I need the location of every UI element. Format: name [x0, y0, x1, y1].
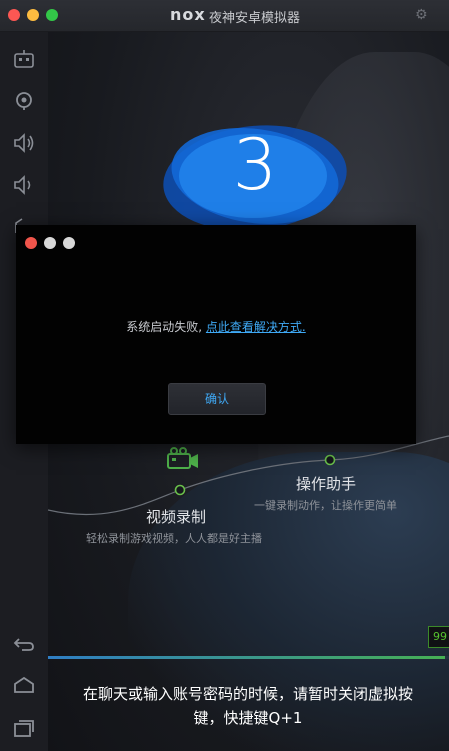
volume-up-icon[interactable] [10, 129, 38, 157]
recent-apps-icon[interactable] [10, 714, 38, 742]
progress-percent-badge: 99 [428, 626, 449, 648]
feature-title-video: 视频录制 [146, 508, 207, 526]
minimize-window-button[interactable] [27, 9, 39, 21]
countdown-number: 3 [232, 124, 278, 206]
solution-link[interactable]: 点此查看解决方式. [206, 320, 306, 334]
confirm-button[interactable]: 确认 [168, 383, 266, 415]
title-bar: nox 夜神安卓模拟器 ⚙ [0, 0, 449, 32]
loading-progress-fill [48, 656, 445, 659]
dialog-close-button[interactable] [25, 237, 37, 249]
feature-desc-assistant: 一键录制动作，让操作更简单 [254, 499, 397, 512]
home-icon[interactable] [10, 672, 38, 700]
feature-desc-video: 轻松录制游戏视频，人人都是好主播 [86, 532, 262, 545]
back-icon[interactable] [10, 630, 38, 658]
error-dialog: 系统启动失败, 点此查看解决方式. 确认 [16, 225, 416, 444]
feature-title-assistant: 操作助手 [296, 475, 357, 493]
close-window-button[interactable] [8, 9, 20, 21]
maximize-window-button[interactable] [46, 9, 58, 21]
location-icon[interactable] [10, 87, 38, 115]
window-title: 夜神安卓模拟器 [209, 11, 301, 26]
keyboard-icon[interactable] [10, 46, 38, 74]
gear-icon[interactable]: ⚙ [415, 7, 428, 23]
nox-logo: nox [170, 5, 206, 24]
dialog-minimize-button [44, 237, 56, 249]
video-camera-icon [167, 447, 198, 469]
loading-progress-bar [48, 656, 449, 659]
dialog-maximize-button [63, 237, 75, 249]
dialog-message-text: 系统启动失败, [126, 320, 203, 334]
dialog-message: 系统启动失败, 点此查看解决方式. [16, 318, 416, 335]
volume-down-icon[interactable] [10, 171, 38, 199]
tip-text: 在聊天或输入账号密码的时候，请暂时关闭虚拟按键，快捷键Q+1 [82, 685, 413, 727]
